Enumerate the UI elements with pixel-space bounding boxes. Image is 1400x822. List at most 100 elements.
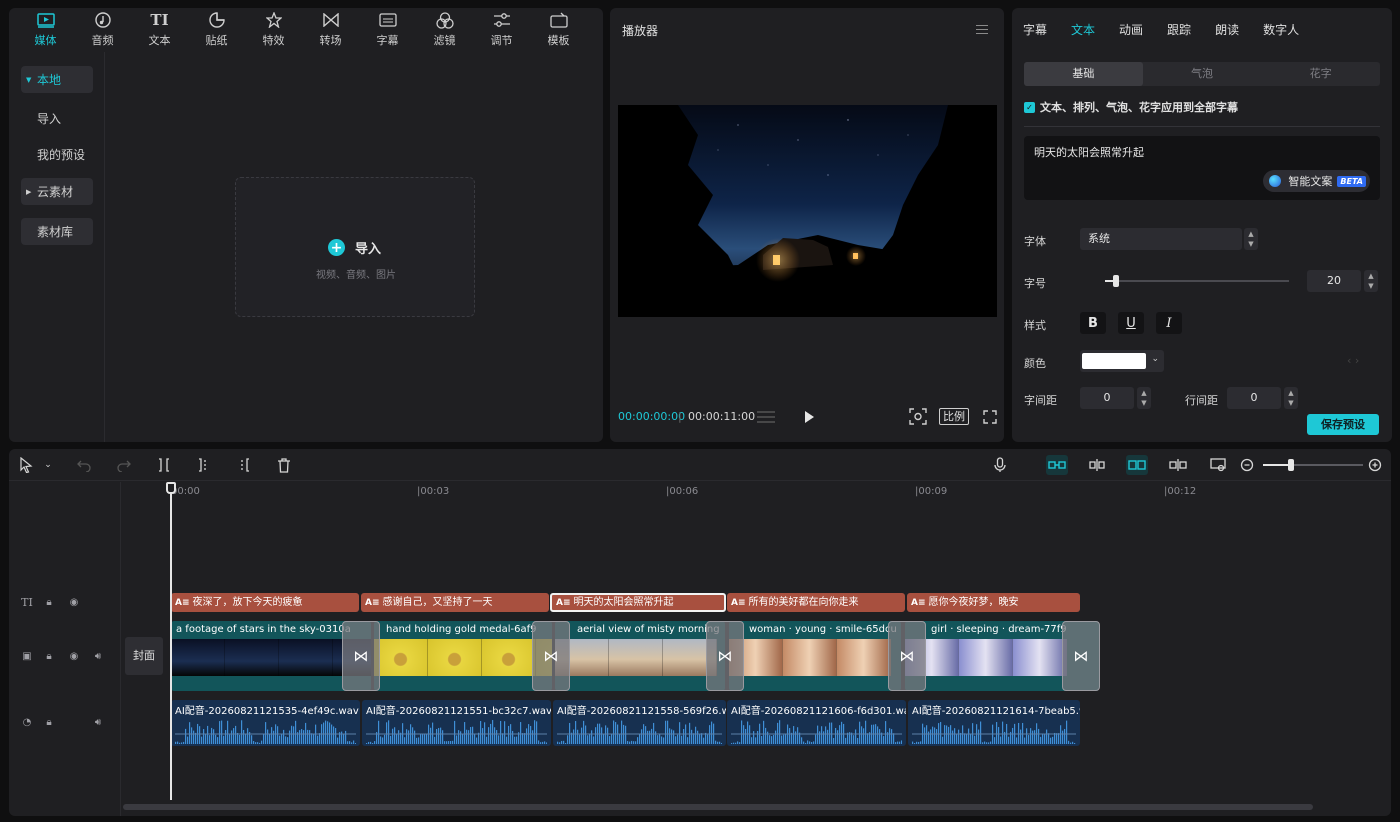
timeline-grid-icon[interactable]: [756, 409, 776, 423]
trim-left-icon[interactable]: [195, 456, 213, 474]
fullscreen-focus-icon[interactable]: [909, 408, 927, 425]
tab-effects[interactable]: 特效: [245, 8, 302, 52]
line-spacing-input[interactable]: 0: [1227, 387, 1281, 409]
preview-fit-icon[interactable]: [1209, 456, 1227, 474]
letter-spacing-stepper-icon[interactable]: ▲ ▼: [1137, 387, 1151, 409]
transition-bowtie-icon[interactable]: ⋈: [532, 621, 570, 691]
expand-icon[interactable]: [983, 409, 997, 424]
horizontal-scrollbar[interactable]: [123, 804, 1313, 810]
zoom-out-icon[interactable]: [1238, 456, 1256, 474]
letter-spacing-input[interactable]: 0: [1080, 387, 1134, 409]
zoom-in-icon[interactable]: [1366, 456, 1384, 474]
tab-transition[interactable]: 转场: [302, 8, 359, 52]
play-icon[interactable]: [802, 409, 816, 423]
preview-axis-icon[interactable]: [1169, 456, 1187, 474]
transition-bowtie-icon[interactable]: ⋈: [888, 621, 926, 691]
audio-clip[interactable]: AI配音-20260821121551-bc32c7.wav: [362, 700, 551, 746]
video-clip[interactable]: aerial view of misty morning: [555, 621, 725, 691]
color-picker[interactable]: ⌄: [1080, 350, 1164, 372]
audio-clip[interactable]: AI配音-20260821121558-569f26.wav: [553, 700, 726, 746]
audio-clip[interactable]: AI配音-20260821121614-7beab5.wav: [908, 700, 1080, 746]
menu-icon[interactable]: [976, 22, 988, 34]
speaker-icon[interactable]: 🔊︎: [90, 648, 106, 664]
size-stepper-icon[interactable]: ▲ ▼: [1364, 270, 1378, 292]
sidebar-item-library[interactable]: 素材库: [21, 218, 93, 245]
subtitle-clip-selected[interactable]: A≡ 明天的太阳会照常升起: [550, 593, 726, 612]
transition-bowtie-icon[interactable]: ⋈: [1062, 621, 1100, 691]
linkage-icon[interactable]: [1126, 455, 1148, 475]
video-clip[interactable]: hand holding gold medal-6af9: [374, 621, 552, 691]
font-select[interactable]: 系统: [1080, 228, 1242, 250]
lock-icon[interactable]: 🔒︎: [41, 714, 57, 730]
tab-media[interactable]: 媒体: [17, 8, 74, 52]
microphone-icon[interactable]: [991, 456, 1009, 474]
eye-icon[interactable]: ◉: [66, 594, 82, 610]
save-preset-button[interactable]: 保存预设: [1307, 414, 1379, 435]
tab-adjust[interactable]: 调节: [473, 8, 530, 52]
delete-icon[interactable]: [275, 456, 293, 474]
sidebar-item-import[interactable]: 导入: [21, 105, 93, 132]
lock-icon[interactable]: 🔒︎: [41, 594, 57, 610]
tab-audio[interactable]: 音频: [74, 8, 131, 52]
playhead-handle[interactable]: [166, 482, 176, 494]
size-input[interactable]: 20: [1307, 270, 1361, 292]
split-icon[interactable]: [155, 456, 173, 474]
size-slider-handle[interactable]: [1113, 275, 1120, 287]
auto-snap-icon[interactable]: [1088, 456, 1106, 474]
underline-button[interactable]: U: [1118, 312, 1144, 334]
cover-button[interactable]: 封面: [125, 637, 163, 675]
line-spacing-stepper-icon[interactable]: ▲ ▼: [1284, 387, 1298, 409]
subtab-bubble[interactable]: 气泡: [1143, 62, 1262, 86]
undo-icon[interactable]: [75, 456, 93, 474]
tab-filter[interactable]: 滤镜: [416, 8, 473, 52]
tab-animation[interactable]: 动画: [1119, 8, 1143, 52]
sidebar-item-cloud[interactable]: ▶ 云素材: [21, 178, 93, 205]
redo-icon[interactable]: [115, 456, 133, 474]
import-dropzone[interactable]: + 导入 视频、音频、图片: [235, 177, 475, 317]
audio-clip[interactable]: AI配音-20260821121535-4ef49c.wav: [171, 700, 360, 746]
tab-text[interactable]: TI 文本: [131, 8, 188, 52]
cursor-select-icon[interactable]: [17, 456, 35, 474]
video-clip[interactable]: woman · young · smile-65dcu: [729, 621, 901, 691]
tab-template[interactable]: 模板: [530, 8, 587, 52]
bold-button[interactable]: B: [1080, 312, 1106, 334]
lock-icon[interactable]: 🔒︎: [41, 648, 57, 664]
chevron-down-icon[interactable]: ⌄: [39, 456, 57, 474]
subtitle-clip[interactable]: A≡ 愿你今夜好梦，晚安: [907, 593, 1080, 612]
tab-read-aloud[interactable]: 朗读: [1215, 8, 1239, 52]
tab-text-props[interactable]: 文本: [1071, 8, 1095, 52]
sidebar-item-local[interactable]: ▼ 本地: [21, 66, 93, 93]
transition-bowtie-icon[interactable]: ⋈: [706, 621, 744, 691]
subtitle-clip[interactable]: A≡ 所有的美好都在向你走来: [727, 593, 905, 612]
video-preview[interactable]: [618, 105, 997, 317]
zoom-slider-handle[interactable]: [1288, 459, 1294, 471]
text-content-input[interactable]: 明天的太阳会照常升起 智能文案 BETA: [1024, 136, 1380, 200]
subtitle-clip[interactable]: A≡ 感谢自己，又坚持了一天: [361, 593, 549, 612]
main-track-magnet-icon[interactable]: [1046, 455, 1068, 475]
size-slider[interactable]: [1105, 275, 1289, 287]
sidebar-item-presets[interactable]: 我的预设: [21, 141, 93, 168]
tab-digital-human[interactable]: 数字人: [1263, 8, 1299, 52]
speaker-icon[interactable]: 🔊︎: [90, 714, 106, 730]
audio-clip[interactable]: AI配音-20260821121606-f6d301.wav: [727, 700, 906, 746]
ai-copywriting-button[interactable]: 智能文案 BETA: [1263, 170, 1370, 192]
trim-right-icon[interactable]: [235, 456, 253, 474]
subtab-basic[interactable]: 基础: [1024, 62, 1143, 86]
subtitle-clip[interactable]: A≡ 夜深了，放下今天的疲惫: [171, 593, 359, 612]
playhead[interactable]: [170, 482, 172, 800]
subtab-fancy-text[interactable]: 花字: [1261, 62, 1380, 86]
tab-subtitle[interactable]: 字幕: [359, 8, 416, 52]
tab-sticker[interactable]: 贴纸: [188, 8, 245, 52]
zoom-slider[interactable]: [1263, 459, 1363, 471]
import-button[interactable]: + 导入: [328, 238, 381, 257]
tab-captions[interactable]: 字幕: [1023, 8, 1047, 52]
font-stepper-icon[interactable]: ▲ ▼: [1244, 228, 1258, 250]
eye-icon[interactable]: ◉: [66, 648, 82, 664]
video-clip[interactable]: a footage of stars in the sky-0310a: [171, 621, 371, 691]
italic-button[interactable]: I: [1156, 312, 1182, 334]
timeline-ruler[interactable]: 00:00 |00:03 |00:06 |00:09 |00:12: [121, 482, 1391, 502]
ratio-button[interactable]: 比例: [939, 408, 969, 425]
tab-tracking[interactable]: 跟踪: [1167, 8, 1191, 52]
transition-bowtie-icon[interactable]: ⋈: [342, 621, 380, 691]
apply-all-checkbox[interactable]: ✓ 文本、排列、气泡、花字应用到全部字幕: [1024, 99, 1238, 115]
